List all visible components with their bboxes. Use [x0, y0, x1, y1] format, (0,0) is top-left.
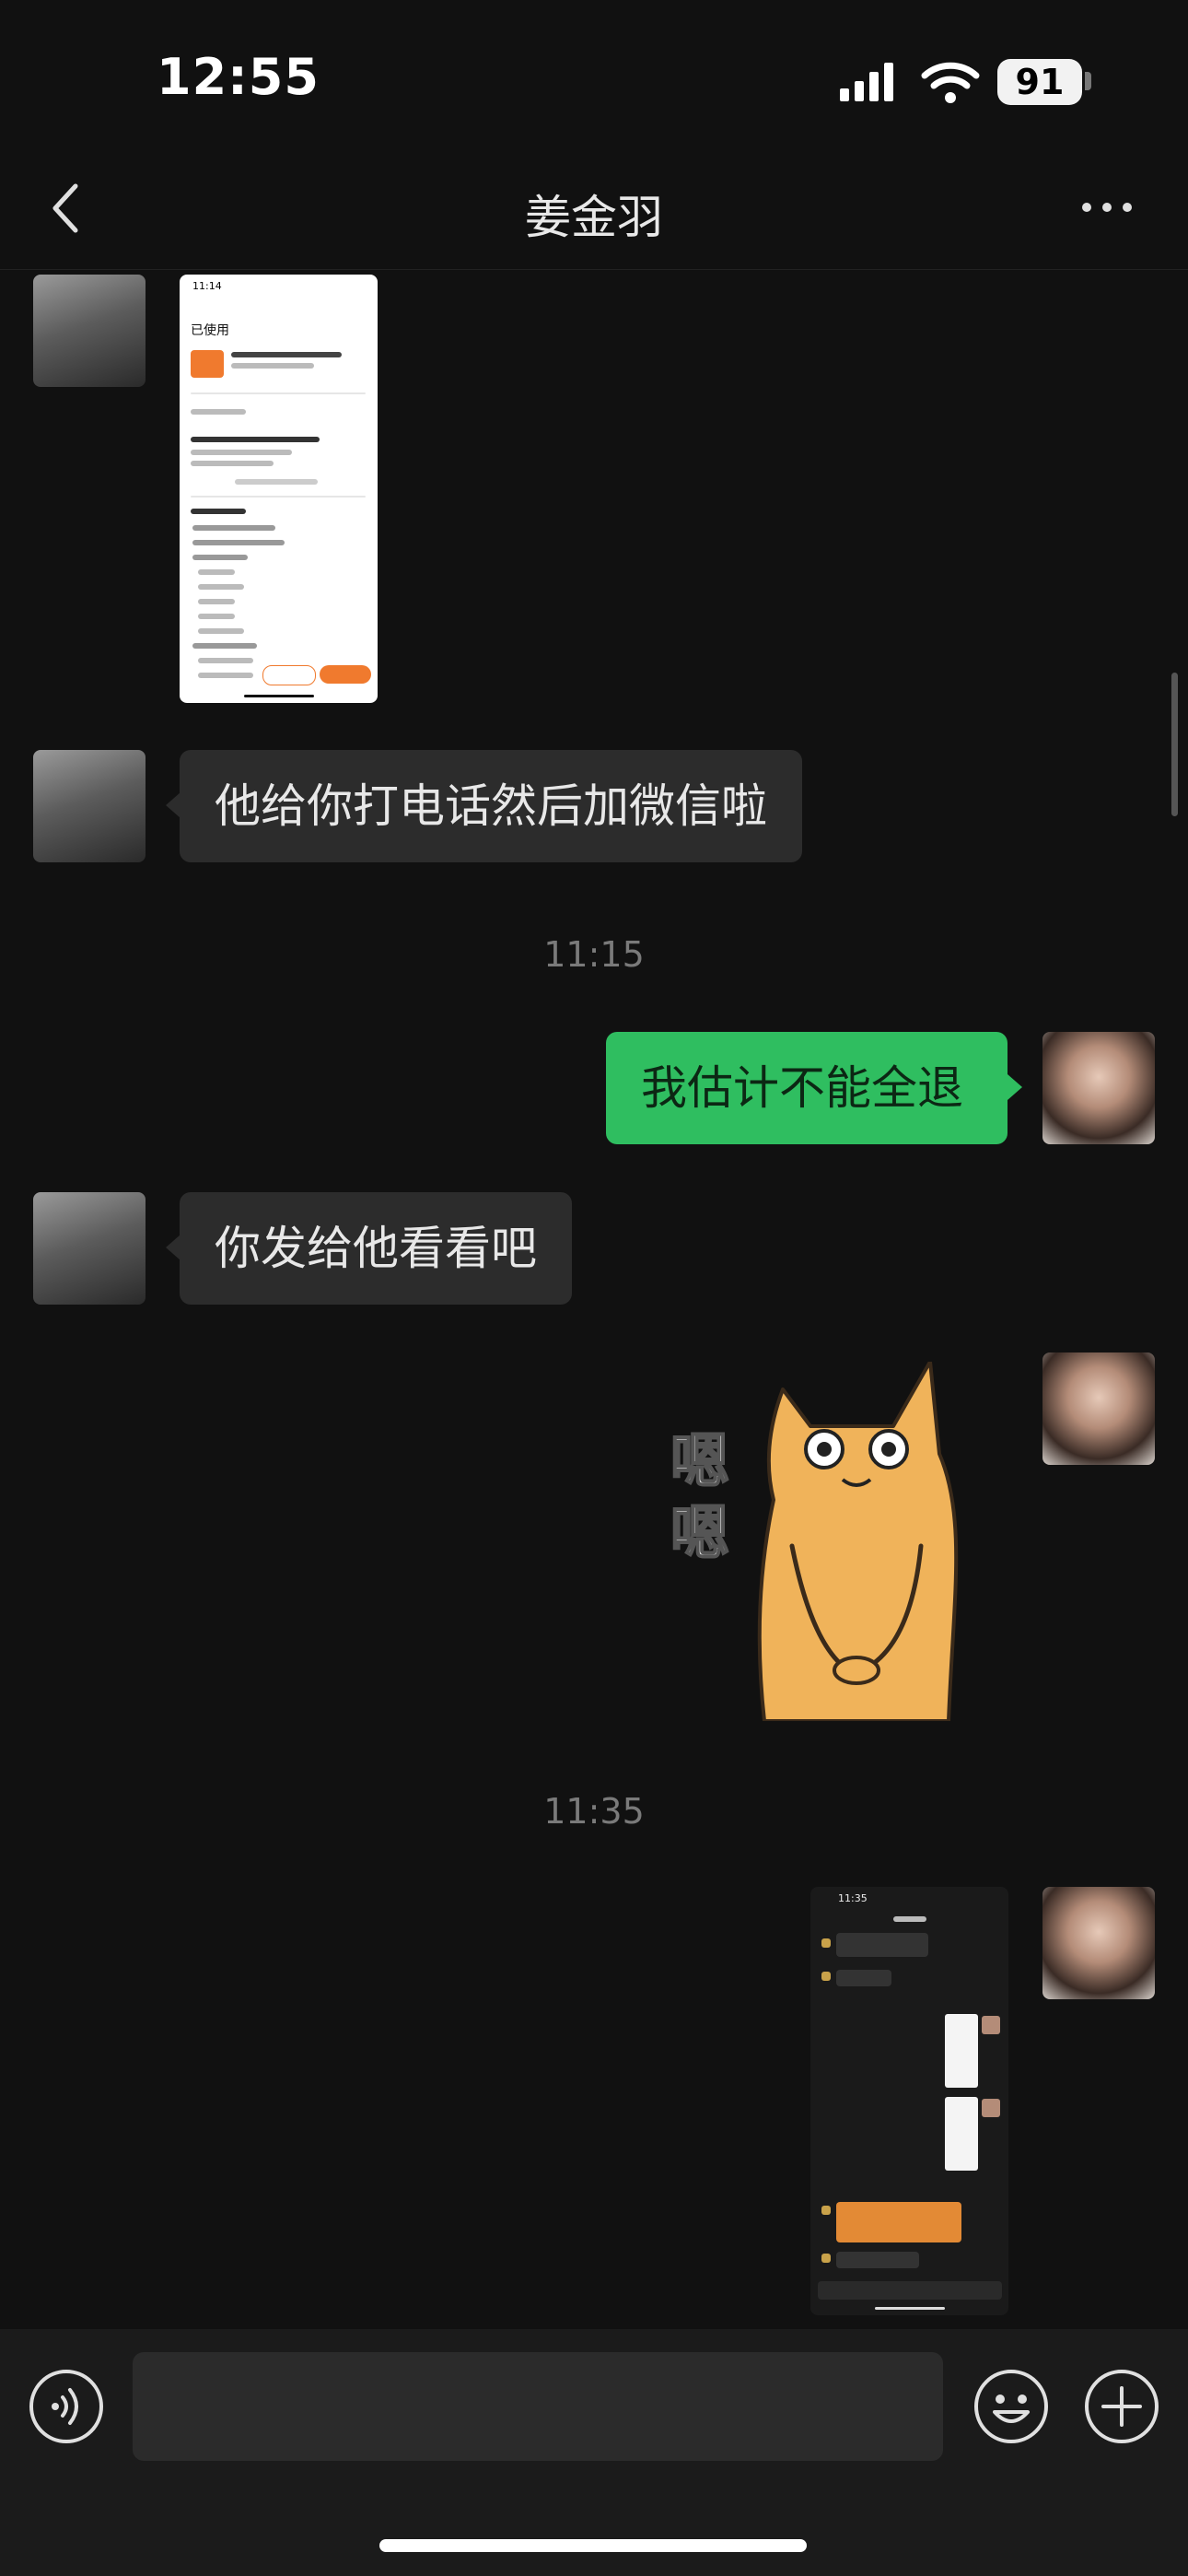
- my-avatar[interactable]: [1042, 1887, 1155, 1999]
- wifi-icon: [921, 62, 980, 103]
- cat-sticker-icon: [757, 1362, 959, 1721]
- bubble-tail: [1007, 1074, 1022, 1100]
- battery-tip: [1085, 72, 1091, 90]
- voice-icon[interactable]: [28, 2368, 105, 2445]
- image-message[interactable]: 11:14 已使用: [180, 275, 378, 703]
- more-dots-icon[interactable]: [1079, 193, 1135, 221]
- screenshot-status: 已使用: [191, 323, 229, 338]
- bubble-tail: [166, 792, 181, 818]
- image-message[interactable]: 11:35: [810, 1887, 1008, 2315]
- message-bubble[interactable]: 我估计不能全退: [606, 1032, 1007, 1144]
- screenshot-time: 11:14: [192, 280, 222, 292]
- scrollbar[interactable]: [1171, 673, 1178, 816]
- my-avatar[interactable]: [1042, 1032, 1155, 1144]
- screenshot-time: 11:35: [838, 1892, 868, 1904]
- home-indicator: [379, 2539, 807, 2552]
- chat-title: 姜金羽: [525, 191, 663, 244]
- header-divider: [0, 269, 1188, 270]
- sticker-caption: 嗯嗯: [670, 1427, 730, 1569]
- plus-icon[interactable]: [1083, 2368, 1160, 2445]
- message-bubble[interactable]: 你发给他看看吧: [180, 1192, 572, 1305]
- signal-icon: [840, 63, 893, 101]
- contact-avatar[interactable]: [33, 1192, 146, 1305]
- my-avatar[interactable]: [1042, 1352, 1155, 1465]
- emoji-icon[interactable]: [973, 2368, 1050, 2445]
- message-bubble[interactable]: 他给你打电话然后加微信啦: [180, 750, 802, 862]
- timestamp: 11:15: [543, 934, 645, 975]
- status-time: 12:55: [157, 48, 320, 106]
- battery-icon: 91: [997, 59, 1082, 105]
- contact-avatar[interactable]: [33, 275, 146, 387]
- message-input[interactable]: [133, 2352, 943, 2461]
- sticker-message[interactable]: 嗯嗯: [663, 1362, 995, 1721]
- bubble-tail: [166, 1235, 181, 1260]
- timestamp: 11:35: [543, 1791, 645, 1832]
- contact-avatar[interactable]: [33, 750, 146, 862]
